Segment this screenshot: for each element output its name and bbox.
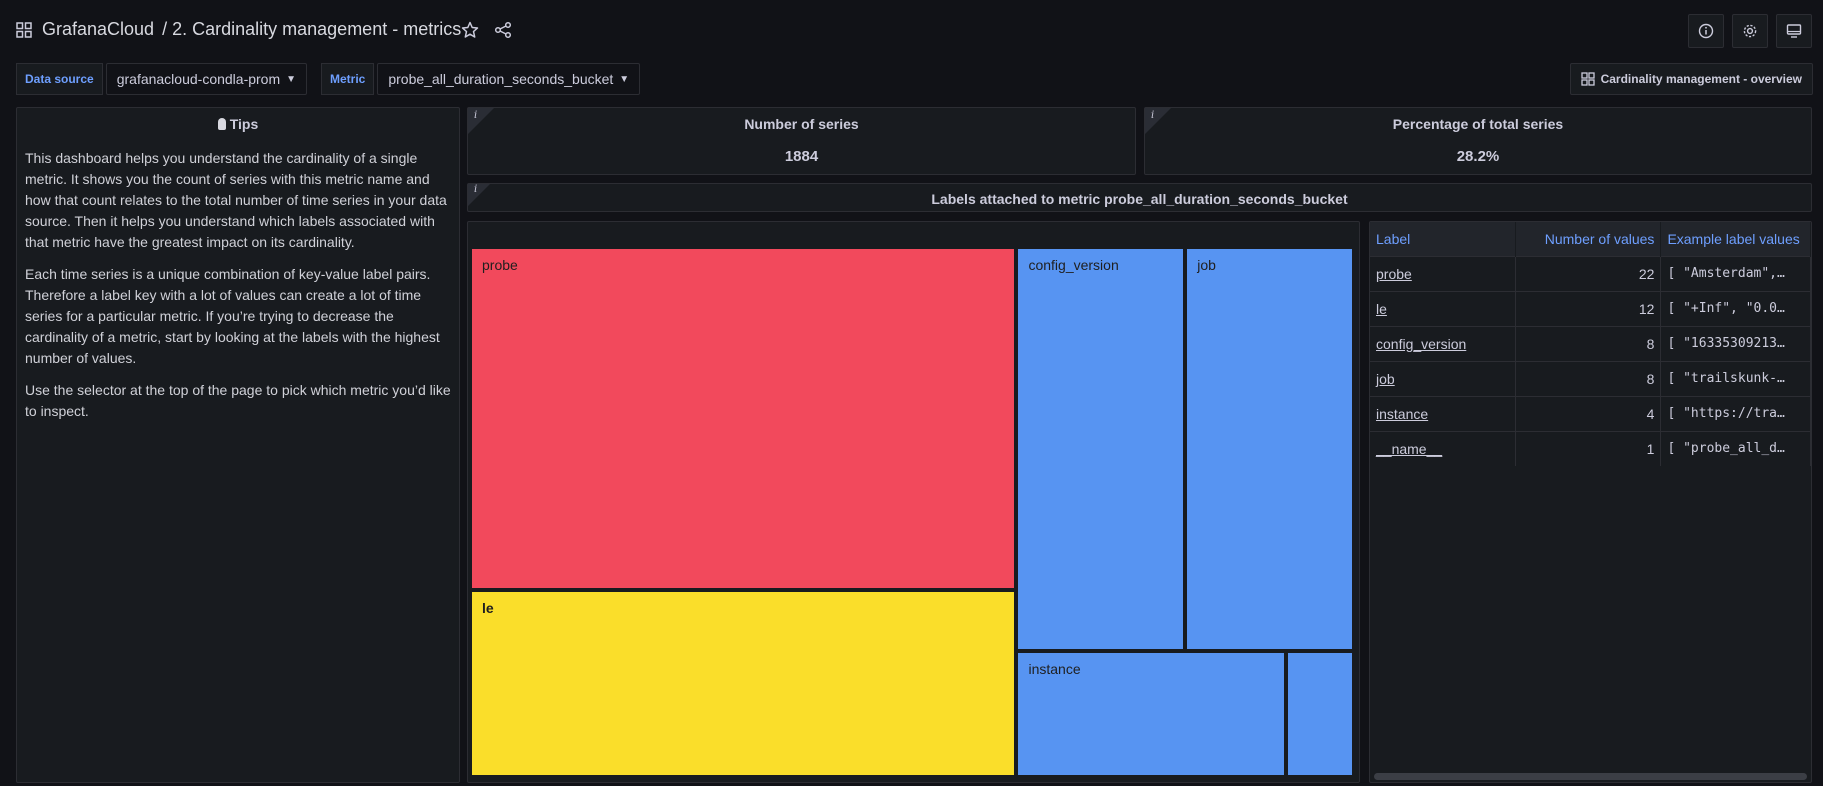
star-icon[interactable] [461,21,479,39]
tips-title-text: Tips [229,116,259,132]
lightbulb-icon [217,118,226,130]
count-cell: 4 [1515,395,1662,431]
datasource-select-value: grafanacloud-condla-prom [116,71,281,87]
table-row: le 12[ "+Inf", "0.0… [1370,290,1811,326]
dashboard-title[interactable]: 2. Cardinality management - metrics [172,19,461,39]
breadcrumb: GrafanaCloud /2. Cardinality management -… [42,19,461,40]
treemap-cell-label: job [1197,257,1216,273]
count-cell: 1 [1515,430,1662,466]
count-cell: 8 [1515,325,1662,361]
example-cell: [ "+Inf", "0.0… [1660,290,1811,326]
tips-panel-title: Tips [17,116,459,132]
table-row: __name__ 1[ "probe_all_d… [1370,430,1811,466]
table-row: job 8[ "trailskunk-… [1370,360,1811,396]
labels-table-panel: Label Number of values Example label val… [1369,221,1812,783]
tips-paragraph: Each time series is a unique combination… [25,266,440,366]
tv-monitor-icon [1786,24,1802,38]
example-cell: [ "16335309213… [1660,325,1811,361]
dashboard-settings-button[interactable] [1732,14,1768,48]
info-icon [1698,23,1714,39]
datasource-variable: Data source grafanacloud-condla-prom ▼ [16,63,308,95]
metric-select[interactable]: probe_all_duration_seconds_bucket ▼ [377,63,641,95]
treemap: probe le config_version job instance [472,249,1356,779]
table-row: config_version 8[ "16335309213… [1370,325,1811,361]
overview-link-label: Cardinality management - overview [1600,72,1802,86]
labels-table: Label Number of values Example label val… [1370,222,1811,466]
label-cell: instance [1370,395,1516,431]
treemap-cell-label: probe [482,257,518,273]
column-header-example[interactable]: Example label values [1660,222,1811,256]
example-cell: [ "https://tra… [1660,395,1811,431]
example-cell: [ "trailskunk-… [1660,360,1811,396]
label-cell: le [1370,290,1516,326]
metric-variable: Metric probe_all_duration_seconds_bucket… [321,63,641,95]
tips-text: This dashboard helps you understand the … [25,148,451,433]
label-cell: job [1370,360,1516,396]
horizontal-scrollbar[interactable] [1374,773,1807,780]
label-cell: probe [1370,255,1516,291]
table-header-row: Label Number of values Example label val… [1370,222,1811,256]
chevron-down-icon: ▼ [619,73,630,85]
count-cell: 8 [1515,360,1662,396]
overview-dashboard-link[interactable]: Cardinality management - overview [1569,63,1813,95]
label-link[interactable]: config_version [1376,336,1466,352]
treemap-cell-label: config_version [1028,257,1119,273]
metric-select-value: probe_all_duration_seconds_bucket [388,71,614,87]
tv-mode-button[interactable] [1776,14,1812,48]
column-header-count[interactable]: Number of values [1515,222,1662,256]
count-cell: 22 [1515,255,1662,291]
example-cell: [ "probe_all_d… [1660,430,1811,466]
count-cell: 12 [1515,290,1662,326]
top-navbar: GrafanaCloud /2. Cardinality management -… [0,0,1823,62]
label-link[interactable]: instance [1376,406,1428,422]
series-count-value: 1884 [784,148,819,165]
treemap-cell[interactable]: le [472,591,1015,775]
datasource-variable-label: Data source [16,63,103,95]
tips-paragraph: Use the selector at the top of the page … [25,382,451,419]
label-link[interactable]: le [1376,301,1387,317]
breadcrumb-separator: / [162,19,168,39]
treemap-cell-label: le [482,599,494,616]
treemap-cell[interactable]: probe [472,249,1015,588]
percentage-series-panel: i Percentage of total series 28.2% [1144,107,1812,175]
example-cell: [ "Amsterdam",… [1660,255,1811,291]
share-icon[interactable] [494,21,512,39]
tips-paragraph: This dashboard helps you understand the … [25,150,447,250]
column-header-label[interactable]: Label [1370,222,1516,256]
percentage-value: 28.2% [1456,148,1500,165]
treemap-cell[interactable] [1288,652,1352,775]
datasource-select[interactable]: grafanacloud-condla-prom ▼ [105,63,308,95]
treemap-cell[interactable]: job [1187,249,1352,649]
label-cell: config_version [1370,325,1516,361]
dashboard-grid-icon [1580,72,1595,86]
table-row: instance 4[ "https://tra… [1370,395,1811,431]
number-of-series-panel: i Number of series 1884 [467,107,1136,175]
treemap-cell-label: instance [1028,660,1081,677]
gear-icon [1743,24,1757,38]
treemap-cell[interactable]: instance [1018,652,1285,775]
tips-panel: Tips This dashboard helps you understand… [16,107,460,783]
label-link[interactable]: __name__ [1376,441,1442,457]
panel-title: Percentage of total series [1392,116,1564,132]
metric-variable-label: Metric [321,63,375,95]
label-cell: __name__ [1370,430,1516,466]
treemap-cell[interactable]: config_version [1018,249,1184,649]
table-row: probe 22[ "Amsterdam",… [1370,255,1811,291]
labels-row-title: Labels attached to metric probe_all_dura… [931,191,1348,207]
label-link[interactable]: probe [1376,266,1412,282]
label-link[interactable]: job [1376,371,1395,387]
labels-row-header: i Labels attached to metric probe_all_du… [467,183,1812,212]
treemap-panel: probe le config_version job instance [467,221,1360,783]
breadcrumb-org[interactable]: GrafanaCloud [42,19,154,39]
chevron-down-icon: ▼ [286,73,297,85]
panel-title: Number of series [744,116,859,132]
dashboard-info-button[interactable] [1688,14,1724,48]
apps-icon[interactable] [16,22,32,38]
